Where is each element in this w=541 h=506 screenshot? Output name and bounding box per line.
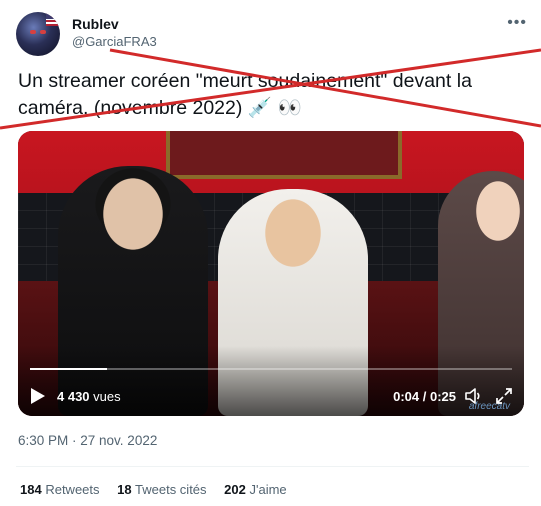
tweet-text: Un streamer coréen "meurt soudainement" …: [18, 70, 472, 119]
tweet-header: Rublev @GarciaFRA3 •••: [16, 10, 529, 58]
play-icon[interactable]: [30, 387, 46, 405]
video-progress-fill: [30, 368, 108, 370]
quote-tweets-count: 18: [117, 482, 132, 497]
avatar-eye-left: [30, 30, 36, 34]
avatar[interactable]: [16, 12, 60, 56]
view-count-label: vues: [93, 389, 121, 404]
likes-count: 202: [224, 482, 246, 497]
user-handle[interactable]: @GarciaFRA3: [72, 34, 157, 49]
view-count: 4 430 vues: [57, 389, 121, 404]
retweets-stat[interactable]: 184 Retweets: [20, 482, 100, 497]
likes-label: J'aime: [249, 482, 287, 497]
video-progress-bar[interactable]: [30, 368, 512, 370]
retweets-label: Retweets: [45, 482, 100, 497]
tweet-stats: 184 Retweets 18 Tweets cités 202 J'aime: [20, 482, 301, 497]
video-player[interactable]: afreecatv 4 430 vues 0:04 / 0:25: [18, 131, 524, 416]
quote-tweets-stat[interactable]: 18 Tweets cités: [117, 482, 206, 497]
divider: [16, 466, 529, 467]
likes-stat[interactable]: 202 J'aime: [224, 482, 287, 497]
video-time: 0:04 / 0:25: [393, 389, 456, 404]
tweet-timestamp[interactable]: 6:30 PM · 27 nov. 2022: [18, 433, 157, 448]
view-count-number: 4 430: [57, 389, 90, 404]
video-controls-shade: [18, 346, 524, 416]
quote-tweets-label: Tweets cités: [135, 482, 207, 497]
retweets-count: 184: [20, 482, 42, 497]
volume-icon[interactable]: [464, 386, 484, 406]
more-horizontal-icon[interactable]: •••: [507, 14, 527, 32]
video-frame-mirror: [166, 131, 402, 179]
fullscreen-icon[interactable]: [494, 386, 514, 406]
user-name[interactable]: Rublev: [72, 16, 119, 32]
avatar-eye-right: [40, 30, 46, 34]
avatar-flag-icon: [46, 12, 60, 26]
